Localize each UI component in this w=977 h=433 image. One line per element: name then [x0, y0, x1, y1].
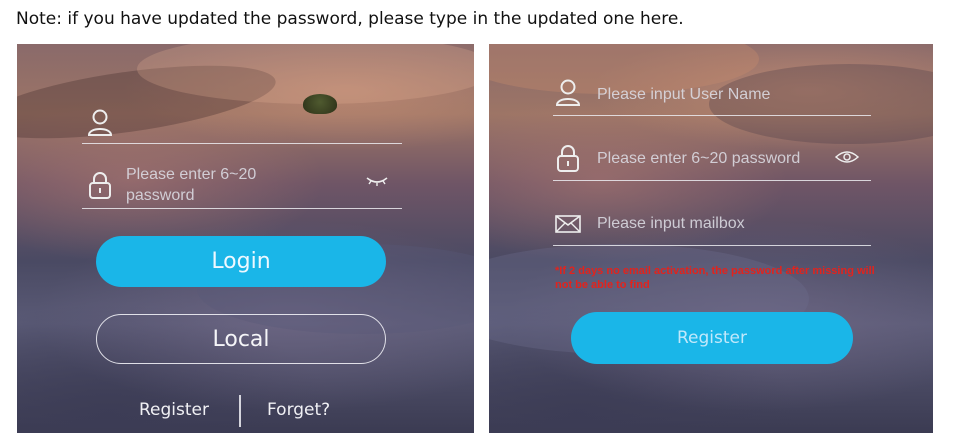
user-icon [555, 79, 581, 106]
register-button[interactable]: Register [571, 312, 853, 364]
note-text: Note: if you have updated the password, … [16, 9, 684, 29]
username-field[interactable] [82, 102, 402, 144]
mail-icon [555, 215, 581, 233]
local-button[interactable]: Local [96, 314, 386, 364]
login-button[interactable]: Login [96, 236, 386, 287]
register-screen: Please input User Name Please enter 6~20… [489, 44, 933, 433]
register-username-placeholder: Please input User Name [597, 86, 771, 103]
password-placeholder: Please enter 6~20 password [126, 166, 257, 204]
login-screen: Please enter 6~20 password Login Local R… [17, 44, 474, 433]
user-icon [87, 109, 113, 136]
password-field[interactable]: Please enter 6~20 password [82, 162, 402, 209]
lock-icon [89, 172, 111, 199]
activation-warning: *If 2 days no email activation, the pass… [555, 265, 875, 291]
eye-open-icon[interactable] [835, 150, 859, 164]
lock-icon [557, 145, 579, 172]
mailbox-placeholder: Please input mailbox [597, 215, 745, 232]
links-divider [239, 395, 241, 427]
register-password-placeholder: Please enter 6~20 password [597, 150, 801, 167]
forget-link[interactable]: Forget? [267, 400, 330, 420]
mailbox-field[interactable]: Please input mailbox [553, 204, 871, 246]
eye-closed-icon[interactable] [365, 174, 389, 188]
register-password-field[interactable]: Please enter 6~20 password [553, 138, 871, 181]
register-username-field[interactable]: Please input User Name [553, 74, 871, 116]
register-link[interactable]: Register [139, 400, 209, 420]
